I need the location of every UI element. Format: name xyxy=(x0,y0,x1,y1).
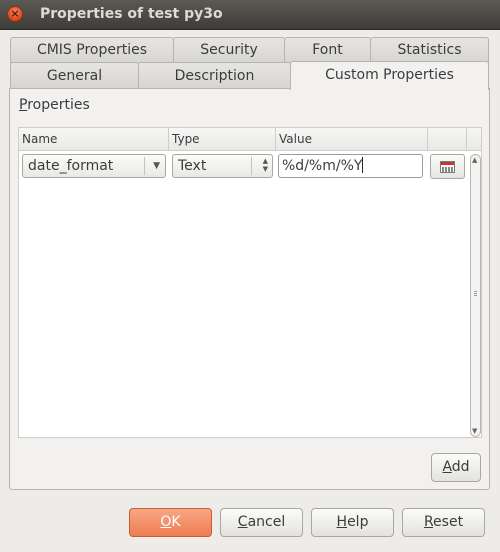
spin-arrows-icon[interactable]: ▲ ▼ xyxy=(263,157,268,173)
title-bar[interactable]: × Properties of test py3o xyxy=(0,0,500,30)
column-header-extra xyxy=(428,128,467,150)
properties-section-label: Properties xyxy=(19,97,90,113)
tab-custom-properties[interactable]: Custom Properties xyxy=(290,61,489,90)
ok-button[interactable]: OK xyxy=(129,508,212,537)
tab-statistics[interactable]: Statistics xyxy=(370,37,489,63)
reset-button[interactable]: Reset xyxy=(402,508,485,537)
tab-general[interactable]: General xyxy=(10,62,139,89)
custom-properties-panel: Properties Name Type Value date_format ▼… xyxy=(9,88,490,490)
text-caret xyxy=(362,157,364,173)
property-value-text: %d/%m/%Y xyxy=(282,158,363,174)
column-header-name[interactable]: Name xyxy=(19,128,169,150)
table-scrollbar[interactable]: ▲ ▼ xyxy=(470,154,481,437)
close-icon: × xyxy=(10,7,20,20)
date-picker-button[interactable] xyxy=(430,154,465,179)
cancel-button[interactable]: Cancel xyxy=(220,508,303,537)
scroll-grip-icon[interactable] xyxy=(474,291,477,297)
tab-font[interactable]: Font xyxy=(284,37,371,63)
scroll-up-icon[interactable]: ▲ xyxy=(472,156,477,164)
column-header-value[interactable]: Value xyxy=(276,128,428,150)
property-name-value: date_format xyxy=(28,158,114,174)
table-header: Name Type Value xyxy=(19,128,481,151)
chevron-down-icon[interactable]: ▼ xyxy=(153,155,160,177)
property-value-input[interactable]: %d/%m/%Y xyxy=(278,154,423,178)
property-name-combobox[interactable]: date_format ▼ xyxy=(22,154,166,178)
calendar-icon xyxy=(440,161,455,173)
scroll-down-icon[interactable]: ▼ xyxy=(472,427,477,435)
properties-table: Name Type Value date_format ▼ Text ▲ ▼ %d… xyxy=(18,127,482,438)
properties-dialog: × Properties of test py3o CMIS Propertie… xyxy=(0,0,500,552)
property-type-spinner[interactable]: Text ▲ ▼ xyxy=(172,154,273,178)
close-window-button[interactable]: × xyxy=(7,6,23,22)
tab-cmis-properties[interactable]: CMIS Properties xyxy=(10,37,174,63)
tab-description[interactable]: Description xyxy=(138,62,291,89)
window-title: Properties of test py3o xyxy=(40,6,223,22)
add-button[interactable]: Add xyxy=(431,453,481,482)
help-button[interactable]: Help xyxy=(311,508,394,537)
column-header-type[interactable]: Type xyxy=(169,128,276,150)
tab-security[interactable]: Security xyxy=(173,37,285,63)
property-type-value: Text xyxy=(178,158,207,174)
